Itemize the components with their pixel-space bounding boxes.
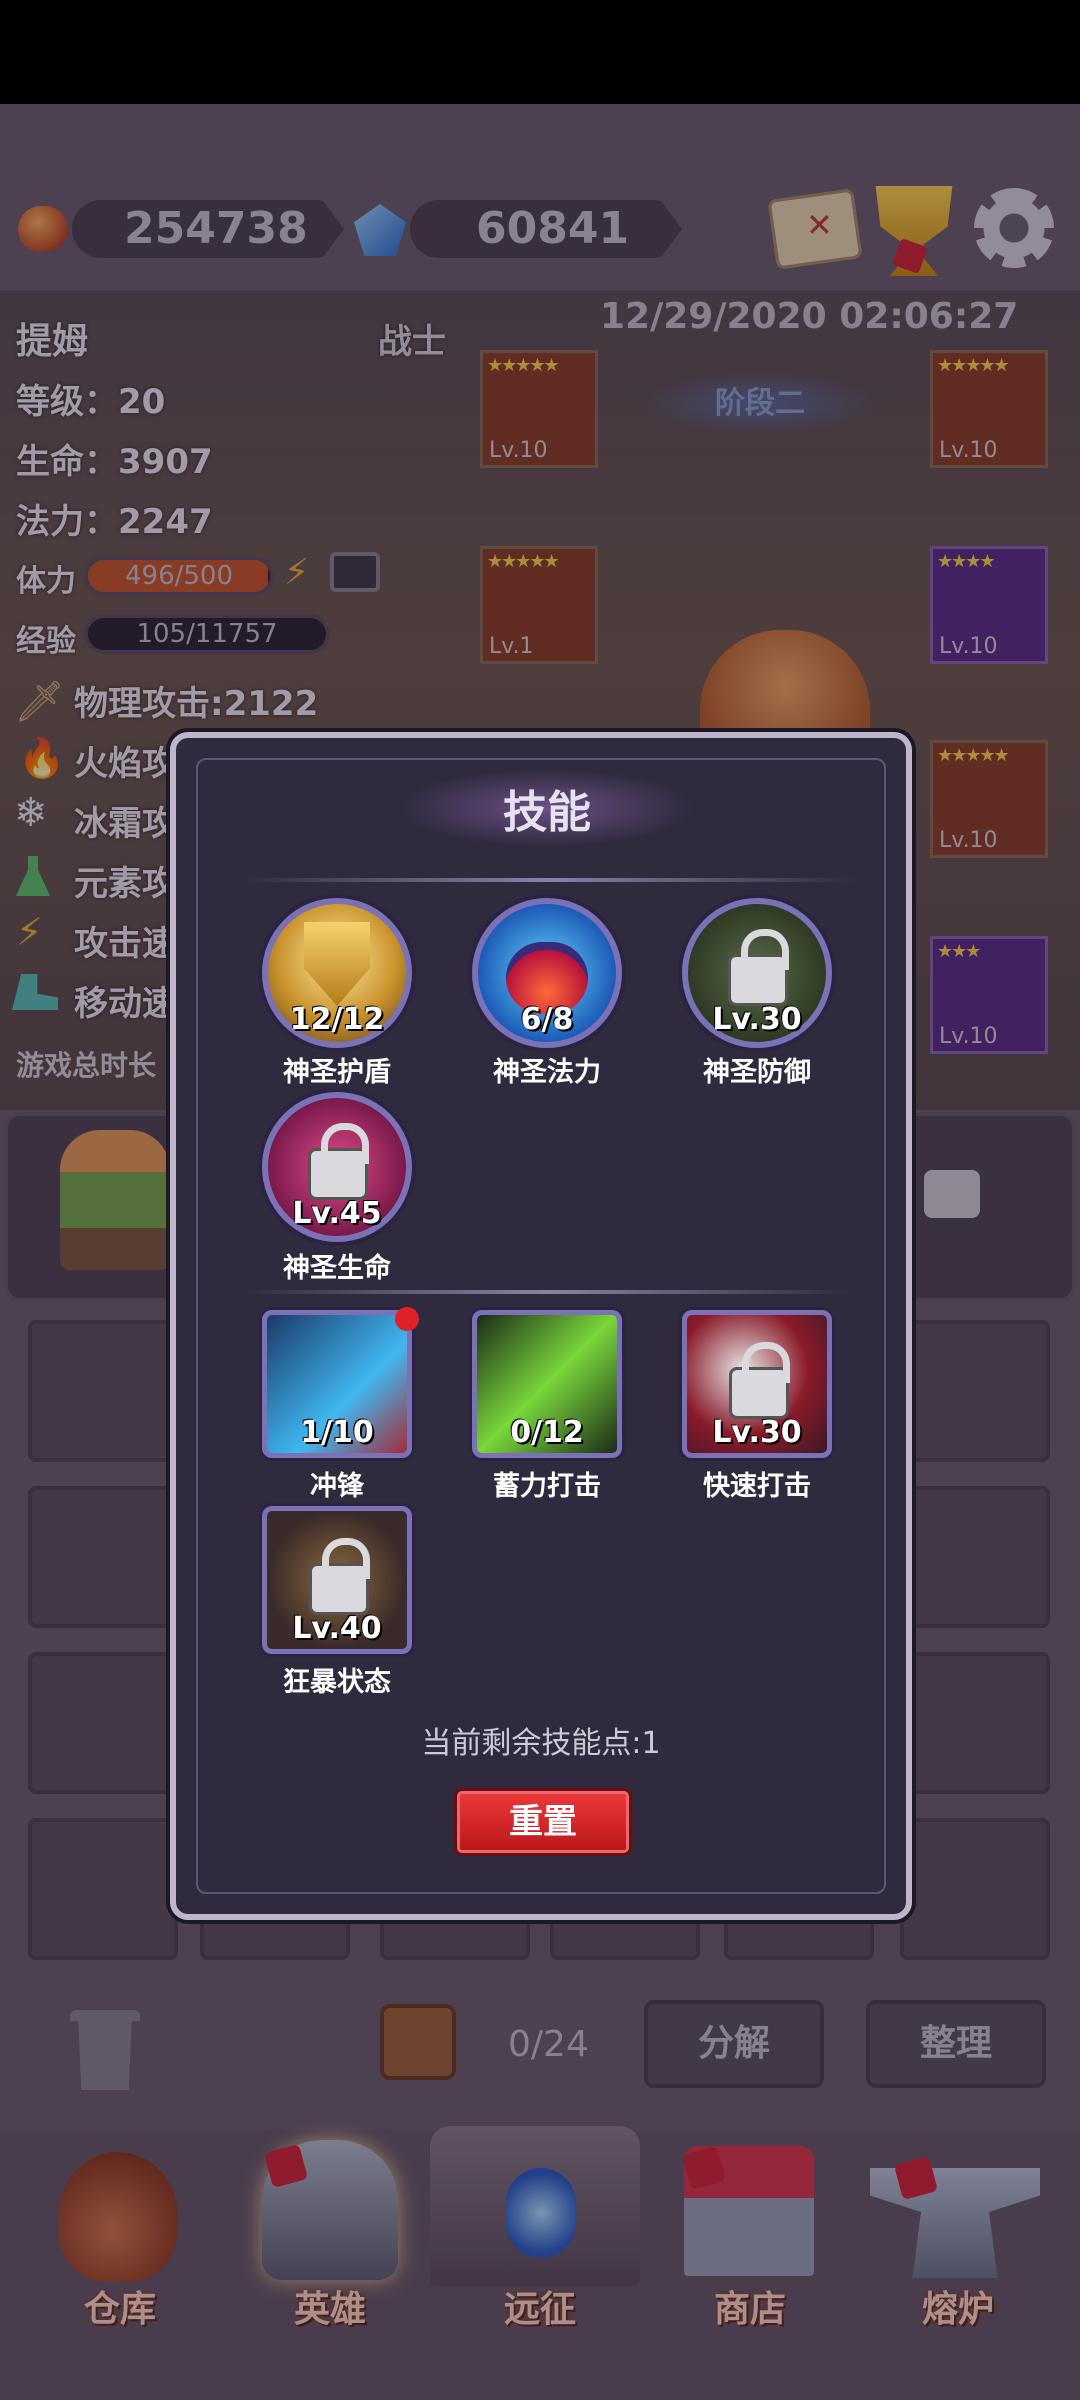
remaining-skill-points: 当前剩余技能点:1	[421, 1726, 661, 1761]
lock-icon	[309, 1538, 370, 1615]
lock-icon	[728, 929, 789, 1006]
skill-berserk[interactable]: Lv.40	[262, 1506, 412, 1654]
skill-value: 6/8	[520, 1002, 574, 1037]
notification-dot	[395, 1307, 419, 1331]
skill-value: Lv.45	[292, 1196, 382, 1231]
dialog-title: 技能	[503, 787, 591, 838]
skill-label: 狂暴状态	[283, 1667, 391, 1698]
reset-button[interactable]: 重置	[454, 1788, 632, 1856]
skill-label: 神圣法力	[493, 1057, 601, 1088]
skill-holy-shield[interactable]: 12/12	[262, 898, 412, 1048]
skill-label: 神圣防御	[703, 1057, 811, 1088]
skill-power-strike[interactable]: 0/12	[472, 1310, 622, 1458]
skill-holy-mana[interactable]: 6/8	[472, 898, 622, 1048]
divider	[236, 1290, 858, 1294]
skill-value: 12/12	[289, 1002, 385, 1037]
reset-label: 重置	[509, 1802, 577, 1842]
skill-label: 冲锋	[310, 1471, 364, 1502]
skill-value: Lv.40	[292, 1611, 382, 1646]
skill-label: 神圣护盾	[283, 1057, 391, 1088]
skill-charge[interactable]: 1/10	[262, 1307, 419, 1458]
skill-label: 神圣生命	[283, 1253, 391, 1284]
lock-icon	[308, 1123, 369, 1200]
divider	[236, 878, 858, 882]
skill-value: Lv.30	[712, 1002, 802, 1037]
skill-dialog: 技能 12/12 神圣护盾 6/8 神圣法力 Lv.30 神圣防御 Lv.45 …	[170, 732, 912, 1920]
lock-icon	[729, 1342, 790, 1419]
skill-value: 0/12	[510, 1415, 584, 1450]
lion-shield-icon	[304, 922, 370, 1006]
skill-holy-life[interactable]: Lv.45	[262, 1092, 412, 1242]
skill-value: Lv.30	[712, 1415, 802, 1450]
skill-value: 1/10	[300, 1415, 374, 1450]
skill-label: 蓄力打击	[493, 1471, 601, 1502]
skill-label: 快速打击	[703, 1471, 811, 1502]
skill-quick-strike[interactable]: Lv.30	[682, 1310, 832, 1458]
status-bar	[0, 0, 1080, 104]
skill-holy-defense[interactable]: Lv.30	[682, 898, 832, 1048]
